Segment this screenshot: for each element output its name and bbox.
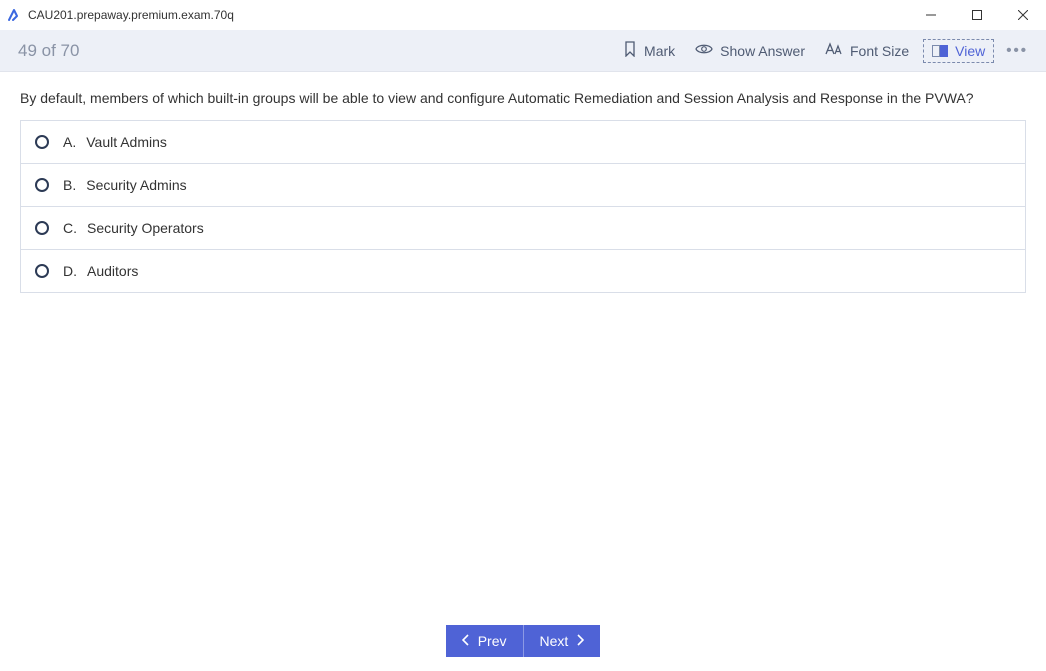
radio-icon bbox=[35, 135, 49, 149]
radio-icon bbox=[35, 264, 49, 278]
prev-label: Prev bbox=[478, 633, 507, 649]
radio-icon bbox=[35, 221, 49, 235]
answer-text: Auditors bbox=[87, 263, 138, 279]
question-counter: 49 of 70 bbox=[18, 41, 79, 61]
answer-option-b[interactable]: B. Security Admins bbox=[21, 164, 1025, 207]
footer-nav: Prev Next bbox=[0, 615, 1046, 671]
answer-option-d[interactable]: D. Auditors bbox=[21, 250, 1025, 292]
more-icon: ••• bbox=[1006, 42, 1028, 59]
prev-button[interactable]: Prev bbox=[446, 625, 524, 657]
answer-letter: B. bbox=[63, 177, 76, 193]
next-button[interactable]: Next bbox=[524, 625, 601, 657]
question-text: By default, members of which built-in gr… bbox=[20, 90, 1026, 106]
close-button[interactable] bbox=[1000, 0, 1046, 30]
answer-option-a[interactable]: A. Vault Admins bbox=[21, 121, 1025, 164]
view-layout-icon bbox=[932, 45, 948, 57]
view-button[interactable]: View bbox=[923, 39, 994, 63]
next-label: Next bbox=[540, 633, 569, 649]
font-size-label: Font Size bbox=[850, 43, 909, 59]
app-logo-icon bbox=[6, 7, 22, 23]
mark-button[interactable]: Mark bbox=[613, 37, 685, 64]
font-size-button[interactable]: Font Size bbox=[815, 38, 919, 63]
mark-label: Mark bbox=[644, 43, 675, 59]
answers-list: A. Vault Admins B. Security Admins C. Se… bbox=[20, 120, 1026, 293]
answer-text: Vault Admins bbox=[86, 134, 167, 150]
answer-letter: C. bbox=[63, 220, 77, 236]
bookmark-icon bbox=[623, 41, 637, 60]
window-title: CAU201.prepaway.premium.exam.70q bbox=[28, 8, 234, 22]
answer-text: Security Operators bbox=[87, 220, 204, 236]
eye-icon bbox=[695, 42, 713, 59]
radio-icon bbox=[35, 178, 49, 192]
more-button[interactable]: ••• bbox=[994, 38, 1034, 63]
answer-text: Security Admins bbox=[86, 177, 186, 193]
chevron-left-icon bbox=[462, 633, 470, 649]
maximize-button[interactable] bbox=[954, 0, 1000, 30]
view-label: View bbox=[955, 43, 985, 59]
show-answer-label: Show Answer bbox=[720, 43, 805, 59]
show-answer-button[interactable]: Show Answer bbox=[685, 38, 815, 63]
title-bar: CAU201.prepaway.premium.exam.70q bbox=[0, 0, 1046, 30]
answer-letter: D. bbox=[63, 263, 77, 279]
minimize-button[interactable] bbox=[908, 0, 954, 30]
font-size-icon bbox=[825, 42, 843, 59]
nav-group: Prev Next bbox=[446, 625, 601, 657]
window-controls bbox=[908, 0, 1046, 30]
answer-letter: A. bbox=[63, 134, 76, 150]
answer-option-c[interactable]: C. Security Operators bbox=[21, 207, 1025, 250]
content-area: By default, members of which built-in gr… bbox=[0, 72, 1046, 615]
toolbar: 49 of 70 Mark Show Answer Font Size View… bbox=[0, 30, 1046, 72]
chevron-right-icon bbox=[576, 633, 584, 649]
